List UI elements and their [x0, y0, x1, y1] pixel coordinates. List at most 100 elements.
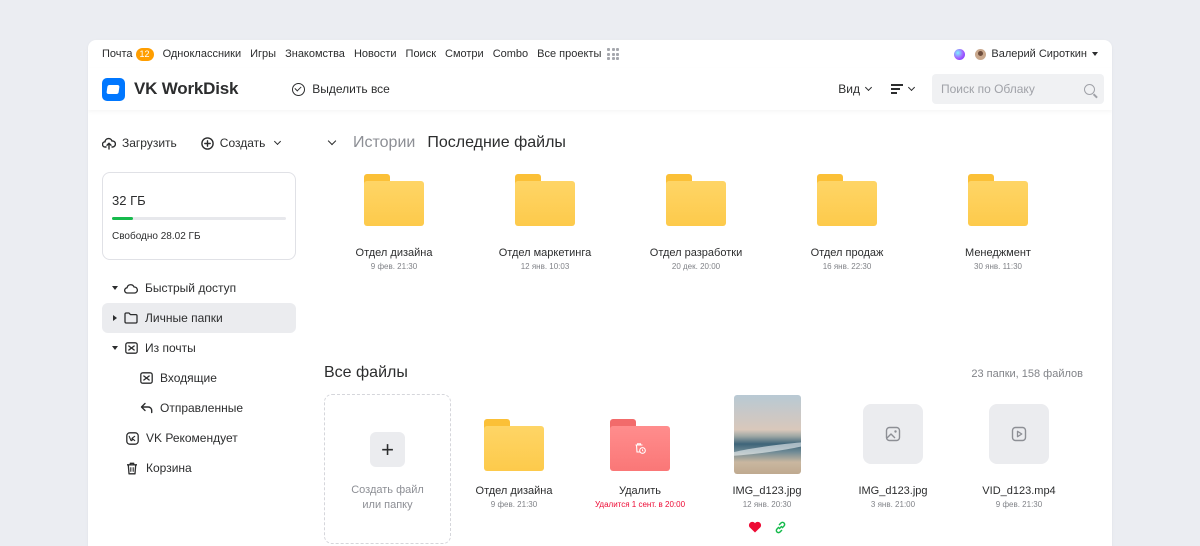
- portal-link-search[interactable]: Поиск: [406, 48, 436, 60]
- app-header: VK WorkDisk Выделить все Вид: [88, 68, 1112, 110]
- link-icon[interactable]: [774, 521, 787, 534]
- recent-folder-card[interactable]: Менеджмент 30 янв. 11:30: [928, 174, 1068, 271]
- app-logo-text[interactable]: VK WorkDisk: [134, 79, 238, 99]
- sort-icon: [891, 84, 903, 94]
- user-name: Валерий Сироткин: [991, 48, 1087, 60]
- folder-date: 16 янв. 22:30: [822, 262, 872, 271]
- file-card-deleted-folder[interactable]: Удалить Удалится 1 сент. в 20:00: [577, 394, 703, 509]
- heart-icon[interactable]: [748, 521, 762, 533]
- file-date: 3 янв. 21:00: [870, 500, 916, 509]
- marusia-assistant-icon[interactable]: [954, 48, 966, 60]
- create-file-or-folder-card[interactable]: + Создать файл или папку: [324, 394, 451, 544]
- expand-arrow-icon[interactable]: [113, 315, 117, 321]
- recent-folder-card[interactable]: Отдел продаж 16 янв. 22:30: [777, 174, 917, 271]
- main-content: Истории Последние файлы Отдел дизайна 9 …: [324, 110, 1112, 546]
- portal-link-mail[interactable]: Почта 12: [102, 47, 154, 61]
- search-box: [932, 74, 1104, 104]
- portal-link-news[interactable]: Новости: [354, 48, 397, 60]
- user-menu[interactable]: Валерий Сироткин: [975, 48, 1098, 60]
- sidebar-item-label: Личные папки: [145, 311, 223, 325]
- sidebar-item-trash[interactable]: Корзина: [102, 453, 296, 483]
- folder-name: Отдел дизайна: [355, 247, 433, 259]
- folder-date: 30 янв. 11:30: [974, 262, 1022, 271]
- cloud-upload-icon: [102, 137, 116, 150]
- file-badges: [704, 521, 830, 534]
- thumb-area: [830, 394, 956, 474]
- portal-link-all-projects[interactable]: Все проекты: [537, 48, 620, 60]
- storage-free: Свободно 28.02 ГБ: [112, 231, 201, 242]
- mail-icon: [139, 371, 153, 385]
- sort-dropdown[interactable]: [891, 83, 916, 94]
- recent-folder-card[interactable]: Отдел разработки 20 дек. 20:00: [626, 174, 766, 271]
- file-card-image[interactable]: IMG_d123.jpg 3 янв. 21:00: [830, 394, 956, 509]
- recent-folder-card[interactable]: Отдел дизайна 9 фев. 21:30: [324, 174, 464, 271]
- search-input[interactable]: [941, 82, 1084, 96]
- all-files-grid: + Создать файл или папку Отдел дизайна 9…: [324, 394, 1112, 546]
- portal-link-dating[interactable]: Знакомства: [285, 48, 345, 60]
- tab-recent-files[interactable]: Последние файлы: [427, 134, 566, 152]
- folder-date: 12 янв. 10:03: [520, 262, 570, 271]
- file-card-folder[interactable]: Отдел дизайна 9 фев. 21:30: [451, 394, 577, 509]
- image-icon: [885, 426, 901, 442]
- recent-files-row: Отдел дизайна 9 фев. 21:30 Отдел маркети…: [324, 174, 1112, 294]
- sidebar-item-quick-access[interactable]: Быстрый доступ: [102, 273, 296, 303]
- create-card-line-1: Создать файл: [351, 484, 424, 496]
- folder-icon: [666, 174, 726, 227]
- view-dropdown[interactable]: Вид: [838, 82, 873, 96]
- file-name: Отдел дизайна: [475, 485, 553, 497]
- upload-button[interactable]: Загрузить: [102, 136, 177, 150]
- portal-link-games[interactable]: Игры: [250, 48, 276, 60]
- sidebar-item-personal-folders[interactable]: Личные папки: [102, 303, 296, 333]
- expand-arrow-icon[interactable]: [112, 346, 118, 350]
- folder-icon: [364, 174, 424, 227]
- sidebar-item-from-mail[interactable]: Из почты: [102, 333, 296, 363]
- file-name: Удалить: [619, 485, 661, 497]
- video-placeholder: [989, 404, 1049, 464]
- app-window: Почта 12 Одноклассники Игры Знакомства Н…: [88, 40, 1112, 546]
- chevron-down-icon: [274, 137, 282, 146]
- storage-usage-fill: [112, 217, 133, 220]
- collapse-chevron-icon[interactable]: [327, 136, 337, 146]
- create-button[interactable]: Создать: [200, 136, 282, 150]
- storage-widget[interactable]: 32 ГБ Свободно 28.02 ГБ: [102, 172, 296, 260]
- portal-link-combo[interactable]: Combo: [493, 48, 528, 60]
- select-all-button[interactable]: Выделить все: [292, 82, 390, 96]
- folder-name: Менеджмент: [965, 247, 1031, 259]
- thumb-area: [451, 394, 577, 474]
- sidebar-item-label: Быстрый доступ: [145, 281, 237, 295]
- sidebar-item-inbox[interactable]: Входящие: [102, 363, 296, 393]
- sidebar-item-sent[interactable]: Отправленные: [102, 393, 296, 423]
- folder-name: Отдел маркетинга: [498, 247, 592, 259]
- thumb-area: [704, 394, 830, 474]
- file-card-photo[interactable]: IMG_d123.jpg 12 янв. 20:30: [704, 394, 830, 534]
- portal-link-ok[interactable]: Одноклассники: [163, 48, 242, 60]
- thumb-area: [956, 394, 1082, 474]
- create-card-text: Создать файл или папку: [351, 483, 424, 513]
- sidebar: Загрузить Создать 32 ГБ Свободно 28.02 Г…: [102, 110, 296, 483]
- sidebar-item-label: Из почты: [145, 341, 196, 355]
- folder-icon: [515, 174, 575, 227]
- vk-icon: [125, 431, 139, 445]
- folder-name: Отдел разработки: [649, 247, 743, 259]
- sidebar-item-label: VK Рекомендует: [146, 431, 238, 445]
- file-card-video[interactable]: VID_d123.mp4 9 фев. 21:30: [956, 394, 1082, 509]
- file-date: 9 фев. 21:30: [995, 500, 1043, 509]
- sidebar-item-vk-recommends[interactable]: VK Рекомендует: [102, 423, 296, 453]
- recent-folder-card[interactable]: Отдел маркетинга 12 янв. 10:03: [475, 174, 615, 271]
- portal-link-label: Все проекты: [537, 48, 602, 60]
- image-placeholder: [863, 404, 923, 464]
- file-name: VID_d123.mp4: [982, 485, 1056, 497]
- expand-arrow-icon[interactable]: [112, 286, 118, 290]
- chevron-down-icon: [864, 83, 873, 92]
- section-tabs: Истории Последние файлы: [324, 134, 1112, 152]
- vk-workdisk-logo-icon[interactable]: [102, 77, 125, 101]
- all-files-count: 23 папки, 158 файлов: [971, 368, 1083, 380]
- search-icon[interactable]: [1084, 83, 1095, 95]
- mail-icon: [124, 341, 138, 355]
- sidebar-actions: Загрузить Создать: [102, 136, 296, 150]
- sidebar-item-label: Корзина: [146, 461, 192, 475]
- create-label: Создать: [219, 136, 266, 150]
- portal-link-watch[interactable]: Смотри: [445, 48, 484, 60]
- file-date: 9 фев. 21:30: [490, 500, 538, 509]
- tab-stories[interactable]: Истории: [353, 134, 415, 152]
